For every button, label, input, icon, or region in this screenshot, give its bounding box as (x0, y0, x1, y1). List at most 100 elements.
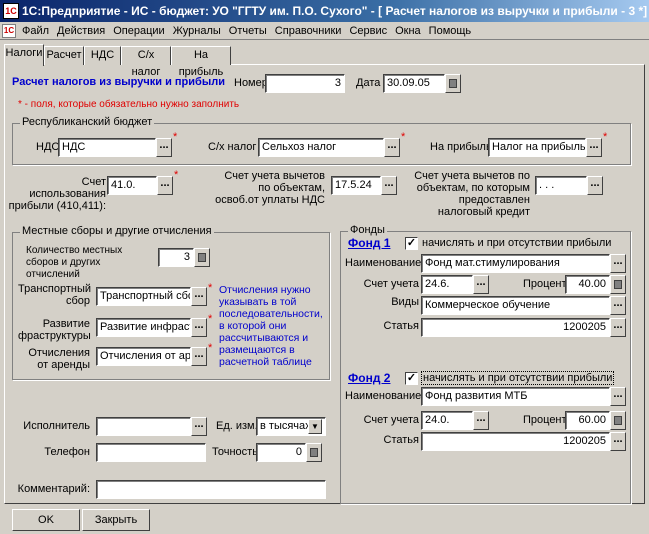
calendar-icon[interactable] (445, 74, 461, 93)
fund1-article-field[interactable]: 1200205 (421, 318, 610, 337)
benefit-select-button[interactable]: ... (587, 176, 603, 195)
number-field[interactable]: 3 (265, 74, 345, 93)
fund1-name-label: Наименование (345, 257, 422, 269)
menu-journals[interactable]: Журналы (169, 22, 225, 40)
document-icon: 1C (2, 24, 16, 38)
menu-help[interactable]: Помощь (425, 22, 476, 40)
agri-label: С/х налог (208, 141, 257, 153)
fund1-account-field[interactable]: 24.6. (421, 275, 473, 294)
phone-label: Телефон (44, 446, 90, 458)
fund2-account-select-button[interactable]: ... (473, 411, 489, 430)
fund2-percent-calc-icon[interactable] (610, 411, 626, 430)
fund2-percent-label: Процент (523, 414, 567, 426)
transport-field[interactable]: Транспортный сбор (96, 287, 191, 306)
benefit-label: Счет учета вычетов по объектам, по котор… (414, 170, 530, 218)
menu-operations[interactable]: Операции (109, 22, 168, 40)
exempt-label: Счет учета вычетов по объектам, освоб.от… (215, 170, 325, 206)
fund2-name-field[interactable]: Фонд развития МТБ (421, 387, 610, 406)
republic-title: Республиканский бюджет (20, 116, 155, 128)
nds-field[interactable]: НДС (58, 138, 156, 157)
fund1-kinds-select-button[interactable]: ... (610, 296, 626, 315)
fund1-name-select-button[interactable]: ... (610, 254, 626, 273)
rent-field[interactable]: Отчисления от аренд (96, 347, 191, 366)
profit-label: На прибыль (430, 141, 492, 153)
fund2-article-select-button[interactable]: ... (610, 432, 626, 451)
menu-service[interactable]: Сервис (345, 22, 391, 40)
fund2-link[interactable]: Фонд 2 (348, 371, 390, 385)
executor-select-button[interactable]: ... (191, 417, 207, 436)
transport-select-button[interactable]: ... (191, 287, 207, 306)
infra-field[interactable]: Развитие инфраструк (96, 318, 191, 337)
rent-label: Отчисления от аренды (28, 347, 90, 371)
fund1-checkbox[interactable]: ✓ (405, 237, 418, 250)
menu-windows[interactable]: Окна (391, 22, 425, 40)
ok-button[interactable]: OK (12, 509, 80, 531)
executor-field[interactable] (96, 417, 191, 436)
tab-calculation[interactable]: Расчет (44, 46, 84, 65)
profit-select-button[interactable]: ... (586, 138, 602, 157)
fund1-check-label: начислять и при отсутствии прибыли (422, 237, 612, 249)
count-field[interactable]: 3 (158, 248, 194, 267)
order-note: Отчисления нужно указывать в той последо… (219, 284, 323, 368)
fund1-account-label: Счет учета (363, 278, 419, 290)
count-label: Количество местных сборов и других отчис… (26, 245, 123, 280)
fund1-percent-field[interactable]: 40.00 (565, 275, 610, 294)
required-mark: * (603, 131, 608, 143)
fund1-link[interactable]: Фонд 1 (348, 236, 390, 250)
comment-field[interactable] (96, 480, 326, 499)
fund1-kinds-label: Виды целевых средств (375, 296, 419, 310)
infra-label: Развитие фраструктуры (18, 318, 91, 342)
required-mark: * (174, 169, 179, 181)
count-calc-icon[interactable] (194, 248, 210, 267)
transport-label: Транспортный сбор (18, 283, 92, 307)
required-mark: * (401, 131, 406, 143)
nds-label: НДС (36, 141, 60, 153)
tab-taxes[interactable]: Налоги (4, 44, 44, 66)
fund2-account-field[interactable]: 24.0. (421, 411, 473, 430)
exempt-field[interactable]: 17.5.24 (331, 176, 381, 195)
fund1-kinds-field[interactable]: Коммерческое обучение (421, 296, 610, 315)
tab-nds[interactable]: НДС (84, 46, 121, 65)
funds-title: Фонды (348, 224, 387, 236)
tab-agri-tax[interactable]: С/х налог (121, 46, 171, 78)
fund2-article-field[interactable]: 1200205 (421, 432, 610, 451)
rent-select-button[interactable]: ... (191, 347, 207, 366)
close-button[interactable]: Закрыть (82, 509, 150, 531)
date-field[interactable]: 30.09.05 (383, 74, 445, 93)
fund1-account-select-button[interactable]: ... (473, 275, 489, 294)
menu-actions[interactable]: Действия (53, 22, 109, 40)
window-title: 1С:Предприятие - ИС - бюджет: УО "ГГТУ и… (0, 0, 649, 22)
fund2-name-select-button[interactable]: ... (610, 387, 626, 406)
app-icon: 1C (3, 3, 19, 19)
fund2-article-label: Статья (383, 434, 419, 446)
fund2-check-label: начислять и при отсутствии прибыли (421, 371, 615, 385)
menu-file[interactable]: Файл (18, 22, 53, 40)
use-profit-field[interactable]: 41.0. (107, 176, 157, 195)
benefit-field[interactable]: . . . (535, 176, 587, 195)
fund1-article-select-button[interactable]: ... (610, 318, 626, 337)
agri-select-button[interactable]: ... (384, 138, 400, 157)
fund1-article-label: Статья (383, 320, 419, 332)
fund2-percent-field[interactable]: 60.00 (565, 411, 610, 430)
tab-profit[interactable]: На прибыль (171, 46, 231, 78)
number-label: Номер (234, 77, 268, 89)
phone-field[interactable] (96, 443, 206, 462)
menu-references[interactable]: Справочники (271, 22, 346, 40)
date-label: Дата (356, 77, 381, 89)
use-profit-select-button[interactable]: ... (157, 176, 173, 195)
precision-field[interactable]: 0 (256, 443, 306, 462)
fund1-name-field[interactable]: Фонд мат.стимулирования (421, 254, 610, 273)
chevron-down-icon[interactable]: ▼ (308, 419, 322, 434)
agri-field[interactable]: Сельхоз налог (258, 138, 384, 157)
profit-field[interactable]: Налог на прибыль (488, 138, 586, 157)
fund2-name-label: Наименование (345, 390, 422, 402)
infra-select-button[interactable]: ... (191, 318, 207, 337)
nds-select-button[interactable]: ... (156, 138, 172, 157)
doc-title: Расчет налогов из выручки и прибыли (12, 76, 225, 88)
fund1-percent-calc-icon[interactable] (610, 275, 626, 294)
menu-reports[interactable]: Отчеты (225, 22, 271, 40)
precision-label: Точность (212, 446, 258, 458)
precision-calc-icon[interactable] (306, 443, 322, 462)
exempt-select-button[interactable]: ... (381, 176, 397, 195)
fund2-checkbox[interactable]: ✓ (405, 372, 418, 385)
